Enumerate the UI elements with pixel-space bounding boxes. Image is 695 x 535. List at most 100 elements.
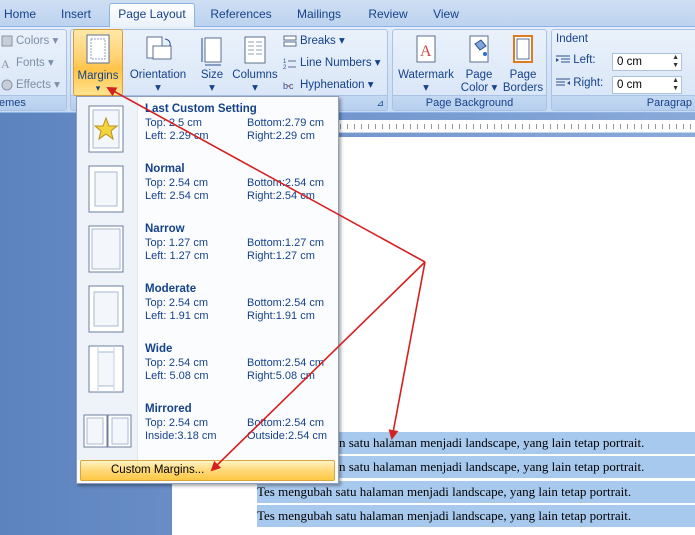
tab-page-layout[interactable]: Page Layout <box>109 3 195 28</box>
line-numbers-button[interactable]: 1 2 Line Numbers ▾ <box>283 53 381 73</box>
chevron-down-icon: ▾ <box>47 57 54 69</box>
preset-name: Wide <box>145 343 173 355</box>
chevron-down-icon: ▾ <box>374 57 381 69</box>
indent-left-input[interactable]: 0 cm ▲ ▼ <box>612 53 682 71</box>
indent-left-label: Left: <box>573 54 596 66</box>
margin-preset-moderate[interactable]: Moderate Top: 2.54 cm Bottom:2.54 cm Lef… <box>77 279 338 339</box>
watermark-button[interactable]: A Watermark ▾ <box>395 34 457 95</box>
ribbon-tab-bar: Home Insert Page Layout References Maili… <box>0 0 695 28</box>
page-color-icon <box>469 35 489 63</box>
indent-left-value: 0 cm <box>617 56 642 68</box>
orientation-button[interactable]: Orientation ▾ <box>125 34 191 95</box>
preset-name: Narrow <box>145 223 185 235</box>
page-margins-moderate-icon <box>88 285 124 333</box>
preset-top-value: Top: 1.27 cm <box>145 237 208 249</box>
size-button[interactable]: Size ▾ <box>195 34 229 95</box>
preset-left-value: Left: 1.91 cm <box>145 310 209 322</box>
indent-left-icon <box>556 55 570 63</box>
preset-bottom-value: Bottom:2.54 cm <box>247 177 325 189</box>
custom-margins-menu-item[interactable]: Custom Margins... <box>80 460 335 481</box>
chevron-down-icon: ▾ <box>491 82 498 94</box>
svg-text:A: A <box>1 57 10 69</box>
page-color-button[interactable]: Page Color ▾ <box>459 34 499 95</box>
tab-view[interactable]: View <box>425 4 467 26</box>
preset-top-value: Top: 2.54 cm <box>145 177 208 189</box>
margin-preset-mirrored[interactable]: Mirrored Top: 2.54 cm Bottom:2.54 cm Ins… <box>77 399 338 459</box>
tab-references[interactable]: References <box>205 4 277 26</box>
preset-right-value: Right:1.27 cm <box>247 250 315 262</box>
preset-right-value: Right:2.29 cm <box>247 130 315 142</box>
preset-inside-value: Inside:3.18 cm <box>145 430 217 442</box>
indent-right-icon <box>556 78 570 86</box>
page-margins-mirrored-icon <box>83 414 132 448</box>
breaks-button[interactable]: Breaks ▾ <box>283 31 345 51</box>
orientation-label: Orientation <box>129 69 187 81</box>
effects-icon <box>1 79 13 91</box>
page-color-label-2: Color <box>460 82 489 94</box>
columns-button[interactable]: Columns ▾ <box>231 34 279 95</box>
columns-label: Columns <box>232 69 278 81</box>
svg-text:A: A <box>420 43 432 60</box>
margins-icon <box>86 34 110 64</box>
page-background-group: A Watermark ▾ Page Color ▾ Page Borders Pag… <box>392 29 547 111</box>
preset-name: Normal <box>145 163 185 175</box>
palette-icon <box>1 35 13 47</box>
paragraph-group: Indent Left: 0 cm ▲ ▼ Right: 0 cm ▲ ▼ Para… <box>551 29 695 111</box>
chevron-down-icon: ▾ <box>95 83 101 93</box>
theme-colors-button[interactable]: Colors ▾ <box>1 31 58 51</box>
page-borders-label-2: Borders <box>502 82 544 94</box>
themes-group: Colors ▾ A Fonts ▾ Effects ▾ emes <box>0 29 67 111</box>
tab-insert[interactable]: Insert <box>50 4 102 26</box>
preset-top-value: Top: 2.54 cm <box>145 417 208 429</box>
preset-right-value: Right:5.08 cm <box>247 370 315 382</box>
preset-name: Moderate <box>145 283 197 295</box>
preset-name: Mirrored <box>145 403 192 415</box>
themes-group-label: emes <box>0 95 66 110</box>
theme-fonts-button[interactable]: A Fonts ▾ <box>1 53 54 73</box>
preset-left-value: Left: 2.29 cm <box>145 130 209 142</box>
preset-top-value: Top: 2.5 cm <box>145 117 202 129</box>
theme-colors-label: Colors <box>16 35 50 47</box>
dialog-launcher-icon[interactable]: ⊿ <box>376 96 384 110</box>
indent-right-input[interactable]: 0 cm ▲ ▼ <box>612 76 682 94</box>
breaks-icon <box>283 35 297 47</box>
preset-bottom-value: Bottom:2.54 cm <box>247 417 325 429</box>
preset-left-value: Left: 5.08 cm <box>145 370 209 382</box>
size-label: Size <box>200 69 224 81</box>
indent-heading: Indent <box>556 33 588 45</box>
custom-margins-label: Custom Margins... <box>111 464 205 476</box>
breaks-label: Breaks <box>300 35 336 47</box>
spin-arrows-icon[interactable]: ▲ ▼ <box>672 77 679 93</box>
hyphenation-label: Hyphenation <box>300 79 365 91</box>
margins-button[interactable]: Margins ▾ <box>73 29 123 96</box>
theme-effects-label: Effects <box>16 79 51 91</box>
document-line[interactable]: Tes mengubah satu halaman menjadi landsc… <box>257 505 695 527</box>
preset-left-value: Left: 2.54 cm <box>145 190 209 202</box>
preset-outside-value: Outside:2.54 cm <box>247 430 328 442</box>
margin-preset-normal[interactable]: Normal Top: 2.54 cm Bottom:2.54 cm Left:… <box>77 159 338 219</box>
document-line[interactable]: Tes mengubah satu halaman menjadi landsc… <box>257 481 695 503</box>
theme-effects-button[interactable]: Effects ▾ <box>1 75 60 95</box>
margin-preset-narrow[interactable]: Narrow Top: 1.27 cm Bottom:1.27 cm Left:… <box>77 219 338 279</box>
page-size-icon <box>201 37 222 66</box>
spin-arrows-icon[interactable]: ▲ ▼ <box>672 54 679 70</box>
line-numbers-label: Line Numbers <box>300 57 372 69</box>
page-star-icon <box>88 105 124 153</box>
margins-label: Margins <box>77 70 119 82</box>
watermark-icon: A <box>416 35 436 63</box>
page-borders-button[interactable]: Page Borders <box>501 34 545 95</box>
margin-preset-last-custom[interactable]: Last Custom Setting Top: 2.5 cm Bottom:2… <box>77 99 338 159</box>
tab-home[interactable]: Home <box>0 4 40 26</box>
margin-preset-wide[interactable]: Wide Top: 2.54 cm Bottom:2.54 cm Left: 5… <box>77 339 338 399</box>
tab-review[interactable]: Review <box>362 4 414 26</box>
font-icon: A <box>1 57 10 71</box>
chevron-down-icon: ▾ <box>339 35 345 47</box>
preset-bottom-value: Bottom:1.27 cm <box>247 237 325 249</box>
margins-dropdown-menu: Last Custom Setting Top: 2.5 cm Bottom:2… <box>76 96 339 484</box>
theme-fonts-label: Fonts <box>16 57 45 69</box>
page-margins-narrow-icon <box>88 225 124 273</box>
hyphenation-button[interactable]: b c Hyphenation ▾ <box>283 75 374 95</box>
tab-mailings[interactable]: Mailings <box>289 4 349 26</box>
chevron-down-icon: ▾ <box>367 79 374 91</box>
watermark-label: Watermark <box>398 69 454 81</box>
